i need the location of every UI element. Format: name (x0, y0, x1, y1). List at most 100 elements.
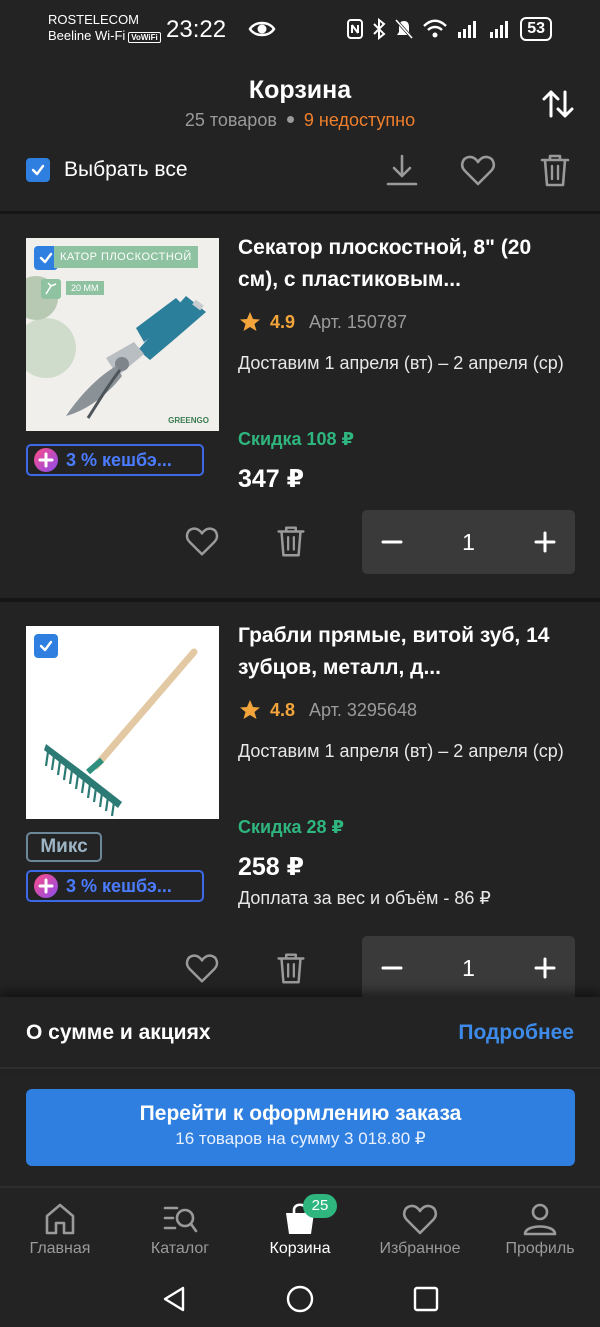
status-icons: 53 (346, 16, 552, 42)
checkout-button[interactable]: Перейти к оформлению заказа 16 товаров н… (26, 1089, 575, 1166)
cashback-plus-icon (34, 874, 58, 898)
nav-label: Корзина (269, 1240, 331, 1257)
page-title: Корзина (248, 76, 352, 104)
favorite-all-icon[interactable] (458, 150, 498, 190)
cart-item: Микс 3 % кешбэ... Грабли прямые, витой з… (0, 602, 600, 1022)
check-icon (31, 164, 45, 176)
summary-details-link[interactable]: Подробнее (458, 1021, 574, 1045)
nav-profile[interactable]: Профиль (480, 1188, 600, 1270)
summary-label: О сумме и акциях (26, 1021, 211, 1044)
product-image[interactable] (26, 626, 219, 819)
delivery-info: Доставим 1 апреля (вт) – 2 апреля (ср) (238, 353, 564, 373)
increase-button[interactable] (531, 954, 559, 982)
discount-label: Скидка 108 ₽ (238, 429, 355, 449)
plus-icon (534, 531, 556, 553)
carrier-info: ROSTELECOM Beeline Wi-Fi VoWiFi (48, 12, 161, 46)
home-circle-icon[interactable] (285, 1284, 315, 1314)
cart-count-badge: 25 (303, 1194, 337, 1218)
mute-icon (395, 19, 414, 39)
minus-icon (381, 540, 403, 544)
signal-icon (458, 21, 477, 38)
sort-icon[interactable] (540, 86, 576, 122)
select-all-label: Выбрать все (64, 158, 188, 181)
cashback-text: 3 % кешбэ... (66, 875, 172, 896)
cart-subtitle: 25 товаров 9 недоступно (0, 110, 600, 131)
quantity-stepper: 1 (362, 510, 575, 574)
rating-score: 4.9 (270, 311, 296, 332)
checkout-total: 16 товаров на сумму 3 018.80 ₽ (175, 1129, 426, 1148)
star-icon (240, 312, 260, 331)
star-icon (240, 700, 260, 719)
cashback-badge[interactable]: 3 % кешбэ... (26, 444, 204, 476)
nav-label: Главная (29, 1240, 91, 1257)
favorite-icon[interactable] (183, 522, 221, 560)
bluetooth-icon (373, 18, 386, 40)
catalog-icon (163, 1206, 198, 1233)
bottom-nav: Главная Каталог 25 Корзина Избранное Про… (0, 1186, 600, 1270)
nav-label: Избранное (379, 1240, 461, 1257)
check-icon (39, 252, 53, 264)
nav-cart[interactable]: 25 Корзина (240, 1188, 360, 1270)
clock: 23:22 (166, 16, 227, 43)
quantity-value[interactable]: 1 (462, 529, 475, 556)
product-title[interactable]: Секатор плоскостной, 8" (20 см), с пласт… (238, 232, 568, 296)
nav-catalog[interactable]: Каталог (120, 1188, 240, 1270)
cart-item: КАТОР ПЛОСКОСТНОЙ 20 ММ GREENGO 3 % кешб… (0, 214, 600, 602)
nav-label: Каталог (150, 1240, 210, 1257)
cashback-text: 3 % кешбэ... (66, 449, 172, 470)
quantity-value[interactable]: 1 (462, 955, 475, 982)
battery-indicator: 53 (520, 17, 552, 41)
increase-button[interactable] (531, 528, 559, 556)
signal-icon-2 (490, 21, 509, 38)
nav-favorites[interactable]: Избранное (360, 1188, 480, 1270)
separator-dot (286, 116, 294, 124)
delete-icon[interactable] (272, 949, 310, 987)
delete-icon[interactable] (272, 522, 310, 560)
weight-surcharge: Доплата за вес и объём - 86 ₽ (238, 888, 491, 908)
brand-label: GREENGO (168, 416, 209, 425)
decrease-button[interactable] (378, 954, 406, 982)
image-tag: 20 ММ (40, 278, 110, 299)
discount-label: Скидка 28 ₽ (238, 817, 345, 837)
image-tag-label: 20 ММ (66, 281, 104, 295)
product-title[interactable]: Грабли прямые, витой зуб, 14 зубцов, мет… (238, 620, 568, 684)
cashback-plus-icon (34, 448, 58, 472)
select-all[interactable]: Выбрать все (26, 158, 188, 182)
unavailable-count[interactable]: 9 недоступно (304, 110, 415, 130)
mix-badge: Микс (26, 832, 102, 862)
delivery-info: Доставим 1 апреля (вт) – 2 апреля (ср) (238, 741, 564, 761)
download-icon[interactable] (382, 150, 422, 190)
recents-icon[interactable] (411, 1284, 441, 1314)
summary-bar: О сумме и акциях Подробнее (0, 997, 600, 1069)
status-bar: ROSTELECOM Beeline Wi-Fi VoWiFi 23:22 53 (0, 0, 600, 58)
back-icon[interactable] (159, 1284, 189, 1314)
nfc-icon (347, 19, 364, 39)
nav-label: Профиль (505, 1240, 575, 1257)
select-all-checkbox[interactable] (26, 158, 50, 182)
article-number: Арт. 150787 (309, 311, 407, 332)
eye-icon (248, 21, 276, 37)
pruner-small-icon (41, 279, 61, 299)
article-number: Арт. 3295648 (309, 699, 417, 720)
home-icon (45, 1203, 75, 1235)
cart-header: Корзина 25 товаров 9 недоступно Выбрать в… (0, 58, 600, 214)
decrease-button[interactable] (378, 528, 406, 556)
quantity-stepper: 1 (362, 936, 575, 1000)
carrier-secondary: Beeline Wi-Fi (48, 28, 126, 43)
nav-home[interactable]: Главная (0, 1188, 120, 1270)
items-count: 25 товаров (184, 110, 277, 130)
rating-score: 4.8 (270, 699, 296, 720)
image-banner: КАТОР ПЛОСКОСТНОЙ (54, 246, 198, 268)
delete-all-icon[interactable] (535, 150, 575, 190)
product-price: 258 ₽ (238, 853, 305, 881)
heart-icon (402, 1204, 438, 1235)
plus-icon (534, 957, 556, 979)
product-image[interactable]: КАТОР ПЛОСКОСТНОЙ 20 ММ GREENGO (26, 238, 219, 431)
product-price: 347 ₽ (238, 465, 305, 493)
wifi-icon (423, 19, 448, 38)
favorite-icon[interactable] (183, 949, 221, 987)
cashback-badge[interactable]: 3 % кешбэ... (26, 870, 204, 902)
item-checkbox[interactable] (34, 634, 58, 658)
product-rating: 4.8 Арт. 3295648 (238, 698, 417, 722)
check-icon (39, 640, 53, 652)
